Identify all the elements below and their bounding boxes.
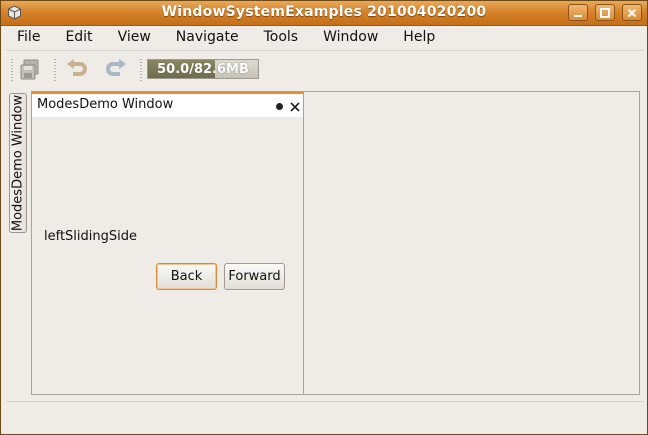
close-icon[interactable]: [290, 102, 300, 112]
close-button[interactable]: [622, 4, 642, 21]
menu-edit[interactable]: Edit: [51, 29, 103, 45]
memory-indicator[interactable]: 50.0/82.6MB: [147, 59, 259, 79]
forward-button[interactable]: Forward: [224, 263, 285, 290]
toolbar-grip[interactable]: [11, 59, 13, 81]
close-icon: [627, 8, 637, 17]
side-tab-label: ModesDemo Window: [10, 94, 26, 232]
window-title: WindowSystemExamples 201004020200: [161, 4, 487, 20]
maximize-icon: [600, 7, 610, 18]
panel-title: ModesDemo Window: [37, 97, 174, 112]
pin-icon[interactable]: [276, 103, 283, 110]
menu-bar: File Edit View Navigate Tools Window Hel…: [2, 25, 646, 49]
undo-icon[interactable]: [65, 58, 89, 82]
application-window: WindowSystemExamples 201004020200 File E…: [0, 0, 648, 435]
menu-window[interactable]: Window: [309, 29, 389, 45]
menu-help[interactable]: Help: [389, 29, 446, 45]
panel-tab-header[interactable]: ModesDemo Window: [32, 92, 303, 117]
redo-icon[interactable]: [104, 58, 128, 82]
menu-tools[interactable]: Tools: [250, 29, 310, 45]
menu-view[interactable]: View: [104, 29, 162, 45]
memory-text: 50.0/82.6MB: [157, 62, 249, 77]
menu-divider: [7, 50, 643, 51]
minimize-button[interactable]: [568, 4, 588, 21]
toolbar-grip[interactable]: [140, 59, 142, 81]
minimize-icon: [574, 14, 582, 17]
content-label: leftSlidingSide: [44, 229, 137, 244]
status-bar-divider: [7, 401, 643, 402]
menu-file[interactable]: File: [2, 29, 51, 45]
toolbar-grip[interactable]: [54, 59, 56, 81]
back-button[interactable]: Back: [156, 263, 217, 290]
side-tab-modesdemo[interactable]: ModesDemo Window: [9, 93, 27, 233]
menu-navigate[interactable]: Navigate: [162, 29, 250, 45]
title-bar[interactable]: WindowSystemExamples 201004020200: [1, 1, 647, 26]
sliding-panel: ModesDemo Window leftSlidingSide Back Fo…: [32, 92, 304, 394]
maximize-button[interactable]: [595, 4, 615, 21]
save-all-icon[interactable]: [18, 58, 42, 82]
